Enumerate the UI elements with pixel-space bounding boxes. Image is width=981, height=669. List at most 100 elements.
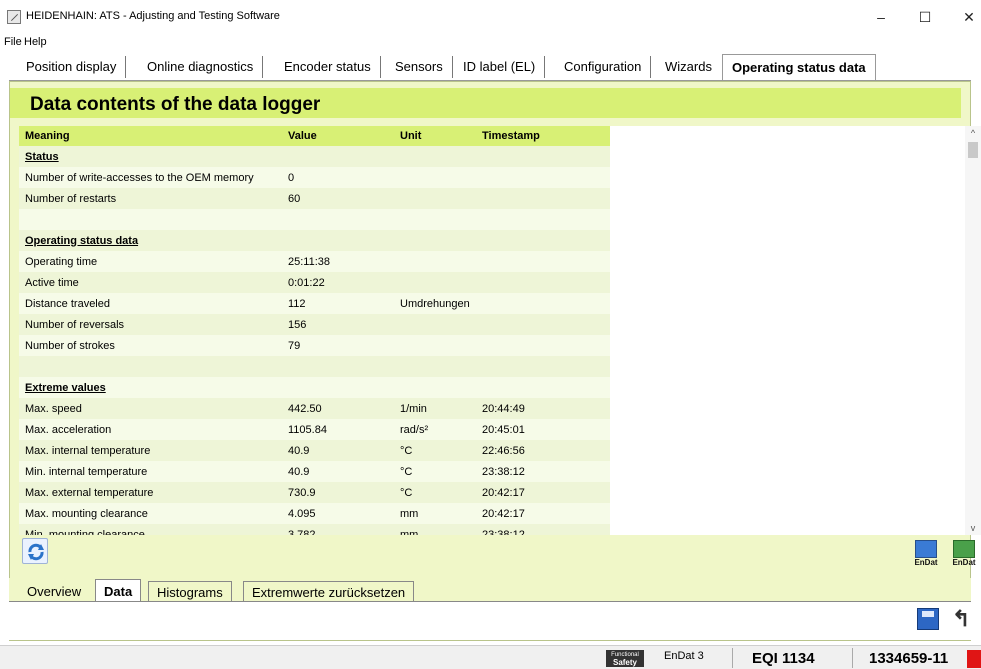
save-icon[interactable]	[917, 608, 939, 630]
scroll-up-arrow[interactable]: ^	[965, 128, 981, 138]
cell-unit	[394, 356, 476, 377]
divider	[732, 648, 733, 668]
tab-histograms[interactable]: Histograms	[148, 581, 232, 602]
scroll-thumb[interactable]	[968, 142, 978, 158]
endat-label: EnDat	[914, 558, 938, 567]
table-row[interactable]: Min. internal temperature 40.9 °C 23:38:12	[19, 461, 610, 482]
tab-encoder-status[interactable]: Encoder status	[275, 56, 381, 78]
cell-timestamp	[476, 188, 610, 209]
cell-unit	[394, 188, 476, 209]
cell-timestamp: 20:42:17	[476, 503, 610, 524]
table-row[interactable]: Distance traveled 112 Umdrehungen	[19, 293, 610, 314]
column-header-timestamp[interactable]: Timestamp	[476, 126, 610, 146]
table-row[interactable]: Number of restarts 60	[19, 188, 610, 209]
tab-id-label[interactable]: ID label (EL)	[454, 56, 546, 78]
cell-meaning: Min. mounting clearance	[19, 524, 282, 535]
functional-safety-badge: Functional Safety	[606, 650, 644, 667]
cell-value: 0:01:22	[282, 272, 394, 293]
cell-value: 25:11:38	[282, 251, 394, 272]
endat-export-button[interactable]: EnDat	[912, 540, 940, 572]
cell-meaning: Extreme values	[19, 377, 282, 398]
cell-timestamp	[476, 356, 610, 377]
table-row[interactable]: Extreme values	[19, 377, 610, 398]
cell-value: 4.095	[282, 503, 394, 524]
cell-meaning	[19, 356, 282, 377]
cell-unit: mm	[394, 503, 476, 524]
tab-reset-extreme-values[interactable]: Extremwerte zurücksetzen	[243, 581, 415, 602]
minimize-button[interactable]: –	[859, 4, 903, 30]
cell-unit	[394, 167, 476, 188]
cell-meaning: Number of write-accesses to the OEM memo…	[19, 167, 282, 188]
table-row[interactable]: Status	[19, 146, 610, 167]
cell-meaning: Max. mounting clearance	[19, 503, 282, 524]
status-bar: Functional Safety EnDat 3 EQI 1134 13346…	[0, 645, 981, 669]
endat-load-icon	[953, 540, 975, 558]
table-row[interactable]: Active time 0:01:22	[19, 272, 610, 293]
refresh-icon	[28, 543, 44, 561]
main-tabs: Position display Online diagnostics Enco…	[0, 52, 981, 80]
table-row[interactable]: Min. mounting clearance 3.782 mm 23:38:12	[19, 524, 610, 535]
cell-value: 3.782	[282, 524, 394, 535]
table-row[interactable]: Operating time 25:11:38	[19, 251, 610, 272]
cell-timestamp	[476, 272, 610, 293]
cell-timestamp	[476, 335, 610, 356]
table-row[interactable]: Operating status data	[19, 230, 610, 251]
table-row[interactable]: Max. speed 442.50 1/min 20:44:49	[19, 398, 610, 419]
table-row[interactable]: Max. internal temperature 40.9 °C 22:46:56	[19, 440, 610, 461]
column-header-meaning[interactable]: Meaning	[19, 126, 282, 146]
cell-meaning: Max. acceleration	[19, 419, 282, 440]
menu-file[interactable]: File	[4, 36, 22, 48]
tab-overview[interactable]: Overview	[19, 581, 90, 602]
cell-meaning: Max. internal temperature	[19, 440, 282, 461]
divider	[852, 648, 853, 668]
table-row[interactable]: Max. external temperature 730.9 °C 20:42:17	[19, 482, 610, 503]
cell-meaning: Active time	[19, 272, 282, 293]
tab-data[interactable]: Data	[95, 579, 142, 602]
vertical-scrollbar[interactable]: ^ v	[965, 126, 981, 535]
data-table: Meaning Value Unit Timestamp Status Numbe…	[19, 126, 610, 535]
cell-value: 60	[282, 188, 394, 209]
cell-timestamp	[476, 146, 610, 167]
tab-online-diagnostics[interactable]: Online diagnostics	[138, 56, 264, 78]
cell-value: 40.9	[282, 461, 394, 482]
tab-wizards[interactable]: Wizards	[656, 56, 721, 78]
tab-operating-status-data[interactable]: Operating status data	[722, 54, 876, 80]
cell-value	[282, 356, 394, 377]
cell-timestamp	[476, 209, 610, 230]
data-logger-grid: Meaning Value Unit Timestamp Status Numbe…	[19, 126, 981, 535]
endat-version: EnDat 3	[664, 650, 704, 662]
cell-value	[282, 209, 394, 230]
close-button[interactable]: ✕	[947, 4, 981, 30]
table-row[interactable]: Number of reversals 156	[19, 314, 610, 335]
cell-value: 730.9	[282, 482, 394, 503]
column-header-unit[interactable]: Unit	[394, 126, 476, 146]
menu-help[interactable]: Help	[24, 36, 47, 48]
scroll-down-arrow[interactable]: v	[965, 523, 981, 533]
table-row[interactable]	[19, 209, 610, 230]
cell-meaning	[19, 209, 282, 230]
cell-unit: Umdrehungen	[394, 293, 476, 314]
cell-meaning: Distance traveled	[19, 293, 282, 314]
exit-icon[interactable]: ↰	[952, 606, 980, 632]
table-row[interactable]: Number of write-accesses to the OEM memo…	[19, 167, 610, 188]
refresh-button[interactable]	[22, 538, 48, 564]
table-row[interactable]: Max. mounting clearance 4.095 mm 20:42:17	[19, 503, 610, 524]
cell-unit	[394, 146, 476, 167]
menu-bar: File Help	[0, 34, 981, 50]
table-row[interactable]: Max. acceleration 1105.84 rad/s² 20:45:01	[19, 419, 610, 440]
tab-sensors[interactable]: Sensors	[386, 56, 453, 78]
cell-meaning: Number of restarts	[19, 188, 282, 209]
cell-meaning: Operating status data	[19, 230, 282, 251]
cell-timestamp	[476, 230, 610, 251]
table-row[interactable]	[19, 356, 610, 377]
tab-position-display[interactable]: Position display	[17, 56, 127, 78]
table-row[interactable]: Number of strokes 79	[19, 335, 610, 356]
cell-timestamp: 23:38:12	[476, 524, 610, 535]
tab-configuration[interactable]: Configuration	[555, 56, 652, 78]
maximize-button[interactable]: ☐	[903, 4, 947, 30]
cell-unit: °C	[394, 440, 476, 461]
error-indicator-icon[interactable]	[967, 650, 981, 668]
cell-unit: °C	[394, 482, 476, 503]
column-header-value[interactable]: Value	[282, 126, 394, 146]
endat-import-button[interactable]: EnDat	[950, 540, 978, 572]
